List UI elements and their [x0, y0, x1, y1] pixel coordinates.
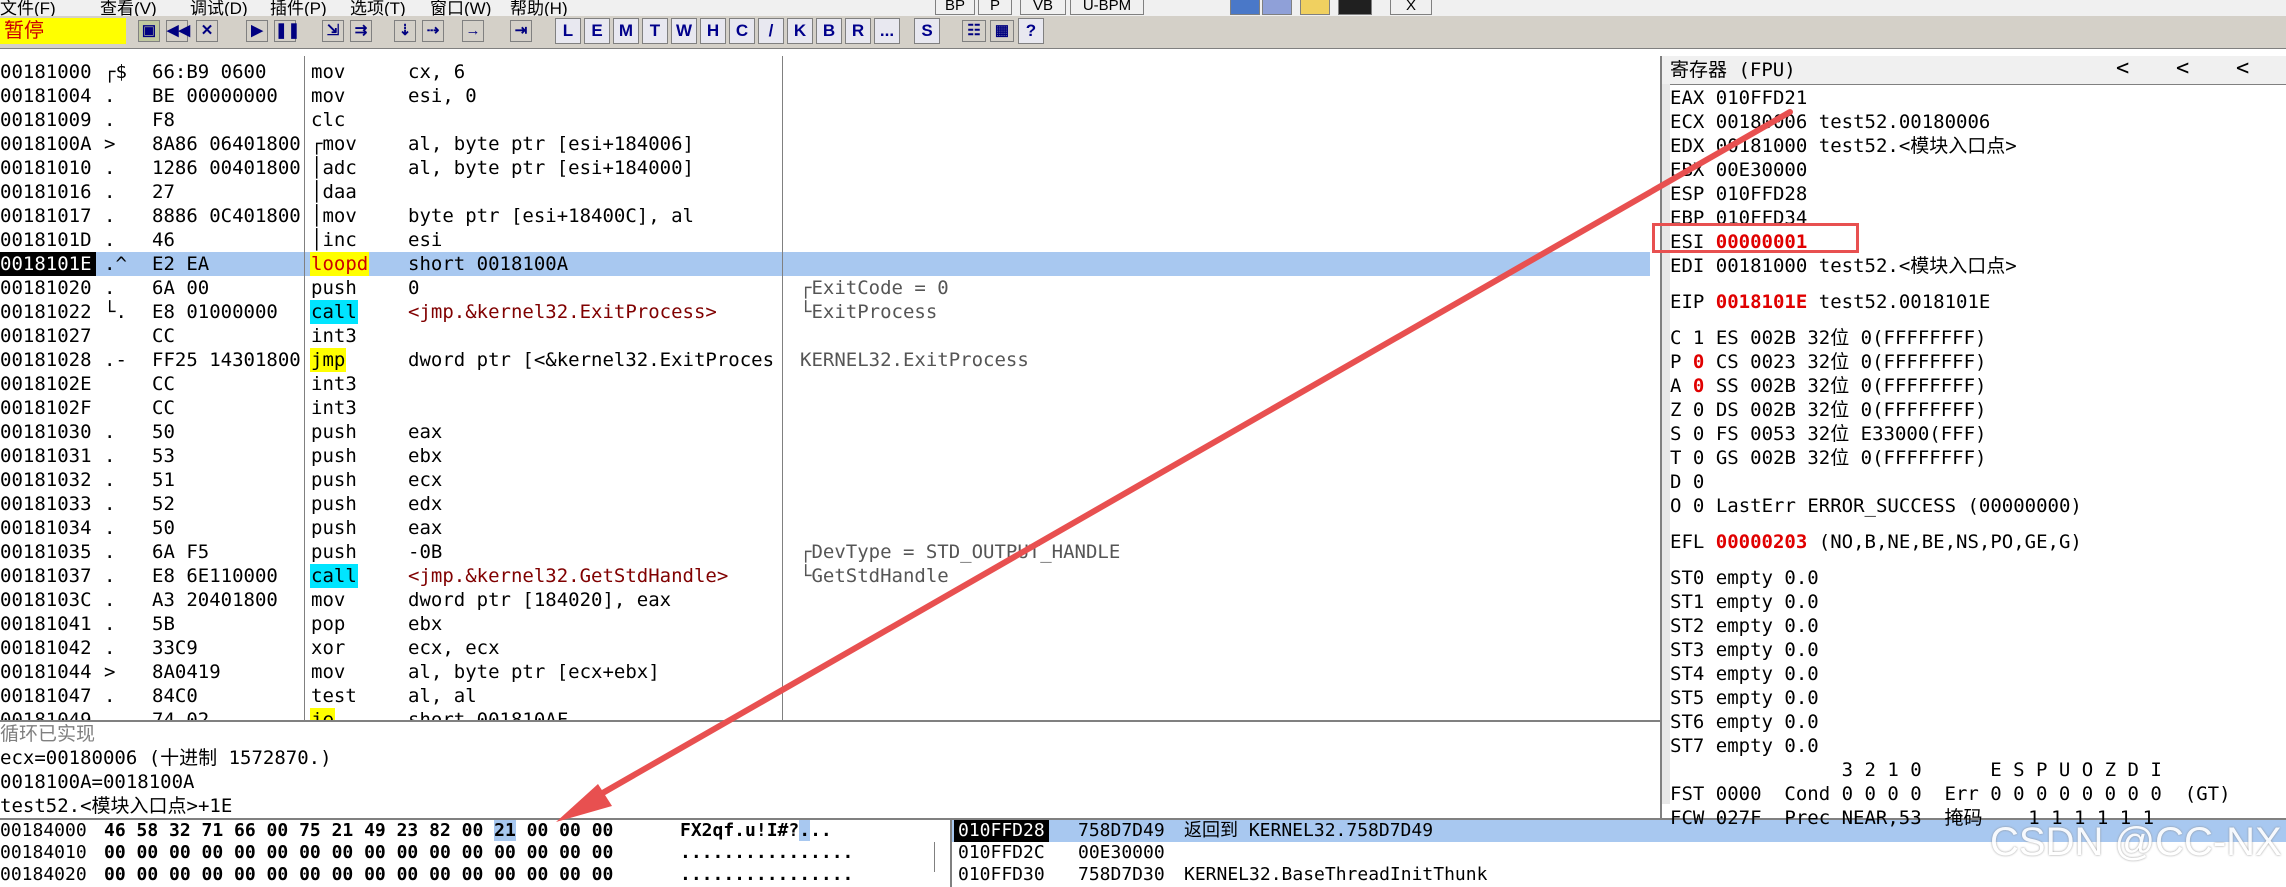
annotation-arrow	[556, 109, 1793, 822]
watermark: CSDN @CC-NX	[1990, 820, 2282, 864]
